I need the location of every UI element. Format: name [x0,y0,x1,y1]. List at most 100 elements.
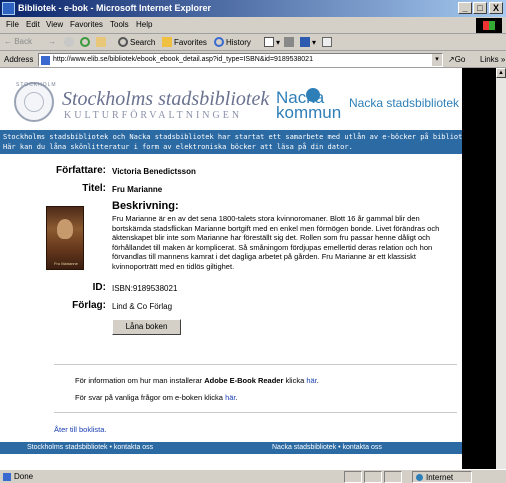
vertical-scrollbar[interactable]: ▲ [496,68,506,469]
stockholm-library-subtitle: KULTURFÖRVALTNINGEN [64,110,243,121]
id-value: ISBN:9189538021 [112,284,178,293]
title-value: Fru Marianne [112,185,163,194]
close-button[interactable]: X [489,2,503,14]
author-label: Författare: [55,165,106,176]
home-icon [96,37,106,47]
search-button[interactable]: Search [118,37,155,47]
menu-view[interactable]: View [46,20,63,29]
home-button[interactable] [96,37,108,47]
menu-bar: File Edit View Favorites Tools Help [0,17,506,34]
search-icon [118,37,128,47]
adobe-info-mid: klicka [283,376,307,385]
internet-zone-icon [416,474,423,481]
go-button[interactable]: ↗Go [448,55,465,64]
info-banner: Stockholms stadsbibliotek och Nacka stad… [0,130,462,154]
search-label: Search [130,38,156,47]
publisher-label: Förlag: [72,300,106,311]
browser-window: Bibliotek - e-bok - Microsoft Internet E… [0,0,506,483]
address-bar: Address http://www.elib.se/bibliotek/ebo… [0,51,506,68]
id-label: ID: [92,282,106,293]
edit-button[interactable]: ▾ [300,37,316,47]
menu-edit[interactable]: Edit [26,20,40,29]
back-button[interactable]: ← Back [4,37,32,46]
address-label: Address [4,55,34,64]
faq-info-end: . [235,393,238,402]
web-page: STOCKHOLM Stockholms stadsbibliotek KULT… [0,68,462,469]
back-to-list-link[interactable]: Åter till boklista. [54,425,107,434]
footer-nacka-link[interactable]: Nacka stadsbibliotek • kontakta oss [272,442,382,454]
menu-help[interactable]: Help [136,20,152,29]
history-button[interactable]: History [214,37,251,47]
address-dropdown-icon[interactable]: ▾ [431,54,442,66]
faq-info-text: För svar på vanliga frågor om e-boken kl… [75,393,226,402]
favorites-label: Favorites [174,38,207,47]
adobe-reader-name: Adobe E-Book Reader [204,376,284,385]
status-cell [344,471,362,483]
nacka-logo[interactable]: Nacka kommun [276,88,344,122]
description-text: Fru Marianne är en av det sena 1800-tale… [112,214,440,271]
cover-title: Fru Marianne [54,261,78,266]
discuss-button[interactable] [322,37,334,47]
menu-favorites[interactable]: Favorites [70,20,103,29]
favorites-icon [162,37,172,47]
history-icon [214,37,224,47]
print-icon [284,37,294,47]
maximize-button[interactable]: □ [473,2,487,14]
mail-button[interactable]: ▾ [264,37,280,47]
menu-tools[interactable]: Tools [110,20,129,29]
browser-viewport: STOCKHOLM Stockholms stadsbibliotek KULT… [0,68,496,469]
scroll-up-icon[interactable]: ▲ [496,68,506,78]
adobe-help-link[interactable]: här [306,376,316,385]
windows-logo-icon [476,18,502,33]
address-input[interactable]: http://www.elib.se/bibliotek/ebook_ebook… [38,53,443,67]
refresh-icon [80,37,90,47]
mail-icon [264,37,274,47]
faq-info-line: För svar på vanliga frågor om e-boken kl… [75,393,238,402]
footer-bar: Stockholms stadsbibliotek • kontakta oss… [0,442,462,454]
history-label: History [226,38,251,47]
menu-file[interactable]: File [6,20,19,29]
go-label: Go [454,55,466,64]
toolbar: ← Back → Search Favorites History ▾ ▾ [0,34,506,51]
status-cell [384,471,402,483]
favorites-button[interactable]: Favorites [162,37,207,47]
window-title: Bibliotek - e-bok - Microsoft Internet E… [18,3,212,13]
zone-text: Internet [426,473,454,482]
forward-button[interactable]: → [48,37,56,46]
address-url: http://www.elib.se/bibliotek/ebook_ebook… [53,56,313,63]
stop-button[interactable] [64,37,76,47]
title-label: Titel: [82,183,106,194]
description-heading: Beskrivning: [112,200,179,212]
status-cell [364,471,382,483]
adobe-info-text: För information om hur man installerar [75,376,205,385]
status-text: Done [14,472,34,481]
faq-link[interactable]: här [225,393,235,402]
go-arrow-icon: ↗ [448,55,455,64]
adobe-info-line: För information om hur man installerar A… [75,376,319,385]
nacka-library-name[interactable]: Nacka stadsbibliotek [349,96,459,110]
banner-line-1: Stockholms stadsbibliotek och Nacka stad… [3,133,462,141]
discuss-icon [322,37,332,47]
footer-stockholm-link[interactable]: Stockholms stadsbibliotek • kontakta oss [27,442,153,454]
cover-portrait [57,219,73,239]
seal-inner [24,92,44,112]
page-icon [41,56,50,65]
publisher-value: Lind & Co Förlag [112,302,173,311]
author-value: Victoria Benedictsson [112,167,196,176]
ie-icon [2,2,15,15]
divider [54,412,457,413]
book-cover-image: Fru Marianne [46,206,84,270]
adobe-info-end: . [316,376,319,385]
minimize-button[interactable]: _ [458,2,472,14]
refresh-button[interactable] [80,37,92,47]
print-button[interactable] [284,37,296,47]
loan-book-button[interactable]: Låna boken [112,319,181,335]
title-bar[interactable]: Bibliotek - e-bok - Microsoft Internet E… [0,0,506,17]
page-done-icon [3,473,11,481]
divider [54,364,457,365]
banner-line-2: Här kan du låna skönlitteratur i form av… [3,143,353,151]
stockholm-library-name[interactable]: Stockholms stadsbibliotek [62,88,269,111]
links-button[interactable]: Links » [480,55,505,64]
nacka-logo-word2: kommun [276,103,342,122]
status-bar: Done Internet [0,469,506,483]
